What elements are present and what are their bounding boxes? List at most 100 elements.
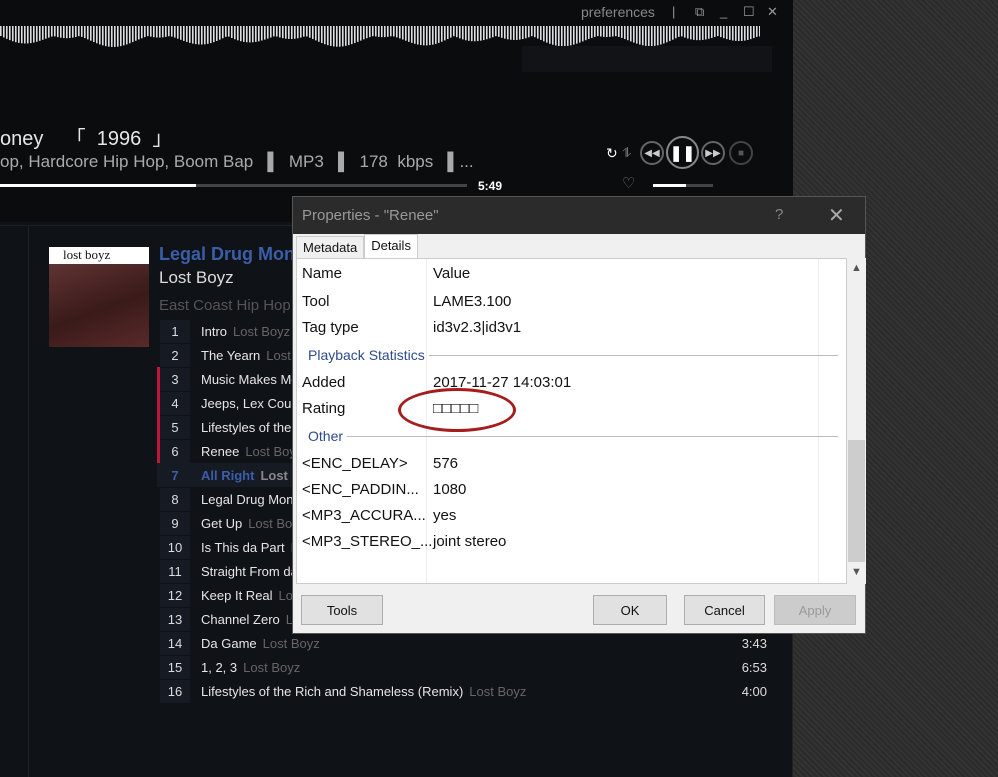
track-duration: 6:53 bbox=[741, 659, 767, 675]
heart-icon[interactable]: ♡ bbox=[622, 174, 635, 192]
cancel-button[interactable]: Cancel bbox=[684, 595, 765, 625]
volume-fill bbox=[653, 184, 686, 187]
track-row[interactable]: 14 Da Game Lost Boyz 3:43 bbox=[157, 631, 777, 655]
track-title: Intro bbox=[201, 323, 228, 339]
column-name[interactable]: Name bbox=[302, 265, 342, 282]
group-label: Other bbox=[308, 428, 344, 444]
mini-player-icon[interactable]: ⧉ bbox=[695, 4, 704, 20]
scrollbar-thumb[interactable] bbox=[848, 440, 865, 562]
scroll-down-icon[interactable]: ▼ bbox=[851, 566, 862, 578]
list-item[interactable]: Tool LAME3.100 bbox=[302, 293, 511, 310]
track-row[interactable]: 16 Lifestyles of the Rich and Shameless (… bbox=[157, 679, 777, 703]
progress-bar[interactable] bbox=[0, 184, 467, 187]
field-value: 576 bbox=[433, 455, 459, 472]
track-number: 3 bbox=[160, 367, 190, 391]
close-icon[interactable]: ✕ bbox=[767, 4, 778, 20]
tools-button[interactable]: Tools bbox=[301, 595, 383, 625]
field-value: 1080 bbox=[433, 481, 467, 498]
field-value: LAME3.100 bbox=[433, 293, 512, 310]
repeat-icon[interactable]: ↻ bbox=[606, 145, 618, 162]
track-title: Get Up bbox=[201, 515, 243, 531]
progress-fill bbox=[0, 184, 197, 187]
track-number: 13 bbox=[160, 607, 190, 631]
volume-slider[interactable] bbox=[653, 184, 713, 187]
shuffle-icon[interactable]: ⥮ bbox=[622, 145, 631, 161]
dialog-titlebar: Properties - "Renee" ? ✕ bbox=[293, 197, 865, 234]
album-title-year: oney 「 1996 」 bbox=[0, 122, 172, 151]
field-name: Tool bbox=[302, 293, 330, 310]
scrollbar[interactable]: ▲ ▼ bbox=[847, 258, 866, 584]
scroll-up-icon[interactable]: ▲ bbox=[851, 262, 862, 274]
list-item[interactable]: <ENC_PADDIN... 1080 bbox=[302, 481, 466, 498]
track-title: Keep It Real bbox=[201, 587, 273, 603]
column-divider bbox=[818, 259, 819, 583]
help-button[interactable]: ? bbox=[775, 206, 783, 223]
track-number: 1 bbox=[160, 319, 190, 343]
group-playback-statistics: Playback Statistics bbox=[308, 347, 838, 363]
track-title: 1, 2, 3 bbox=[201, 659, 238, 675]
field-value: yes bbox=[433, 507, 457, 524]
track-number: 14 bbox=[160, 631, 190, 655]
list-item[interactable]: <MP3_ACCURA... yes bbox=[302, 507, 456, 524]
track-number: 10 bbox=[160, 535, 190, 559]
cover-band-name: lost boyz bbox=[49, 247, 149, 264]
dialog-title: Properties - "Renee" bbox=[302, 207, 439, 224]
track-duration: 3:43 bbox=[741, 635, 767, 651]
track-title: Da Game bbox=[201, 635, 257, 651]
track-number: 4 bbox=[160, 391, 190, 415]
maximize-icon[interactable]: ☐ bbox=[743, 4, 755, 20]
apply-button[interactable]: Apply bbox=[774, 595, 856, 625]
list-item[interactable]: <ENC_DELAY> 576 bbox=[302, 455, 458, 472]
track-duration: 4:00 bbox=[741, 683, 767, 699]
track-number: 7 bbox=[160, 463, 190, 487]
field-value: joint stereo bbox=[433, 533, 507, 550]
track-title: The Yearn bbox=[201, 347, 261, 363]
divider bbox=[28, 225, 29, 777]
list-item[interactable]: <MP3_STEREO_... joint stereo bbox=[302, 533, 506, 550]
album-artist[interactable]: Lost Boyz bbox=[159, 268, 234, 288]
track-number: 16 bbox=[160, 679, 190, 703]
track-artist: Lost Boyz bbox=[233, 323, 291, 339]
list-item[interactable]: Rating □□□□□ bbox=[302, 400, 478, 417]
next-button[interactable]: ▶▶ bbox=[701, 141, 725, 165]
field-name: <MP3_ACCURA... bbox=[302, 507, 426, 524]
previous-button[interactable]: ◀◀ bbox=[640, 141, 664, 165]
separator: | bbox=[672, 4, 676, 19]
track-meta: op, Hardcore Hip Hop, Boom Bap ▌ MP3 ▌ 1… bbox=[0, 152, 474, 171]
tab-metadata[interactable]: Metadata bbox=[296, 236, 365, 258]
group-label: Playback Statistics bbox=[308, 347, 425, 363]
album-title-fragment: oney bbox=[0, 128, 44, 150]
stop-button[interactable]: ■ bbox=[729, 141, 753, 165]
track-title: Renee bbox=[201, 443, 240, 459]
track-row[interactable]: 15 1, 2, 3 Lost Boyz 6:53 bbox=[157, 655, 777, 679]
track-duration: 5:49 bbox=[478, 179, 503, 193]
dialog-close-button[interactable]: ✕ bbox=[828, 203, 845, 228]
track-number: 6 bbox=[160, 439, 190, 463]
list-item[interactable]: Added 2017-11-27 14:03:01 bbox=[302, 374, 571, 391]
properties-dialog: Properties - "Renee" ? ✕ Metadata Detail… bbox=[292, 196, 866, 634]
lyrics-panel bbox=[522, 46, 772, 72]
track-number: 9 bbox=[160, 511, 190, 535]
album-cover[interactable]: lost boyz bbox=[49, 247, 149, 347]
details-list: Name Value Tool LAME3.100 Tag type id3v2.3|… bbox=[296, 258, 847, 584]
minimize-icon[interactable]: _ bbox=[720, 4, 727, 19]
pause-button[interactable]: ❚❚ bbox=[666, 136, 699, 169]
ok-button[interactable]: OK bbox=[593, 595, 667, 625]
preferences-link[interactable]: preferences bbox=[581, 4, 655, 20]
track-title: Is This da Part bbox=[201, 539, 285, 555]
track-title: All Right bbox=[201, 467, 255, 483]
track-number: 15 bbox=[160, 655, 190, 679]
tab-details[interactable]: Details bbox=[364, 234, 418, 258]
annotation-circle bbox=[398, 388, 516, 432]
field-name: <ENC_PADDIN... bbox=[302, 481, 419, 498]
track-title: Lifestyles of the Rich and Shameless (Re… bbox=[201, 683, 464, 699]
column-value[interactable]: Value bbox=[433, 265, 470, 282]
track-number: 5 bbox=[160, 415, 190, 439]
dialog-tabs: Metadata Details bbox=[296, 234, 418, 258]
track-number: 12 bbox=[160, 583, 190, 607]
track-number: 11 bbox=[160, 559, 190, 583]
now-playing-header: preferences | ⧉ _ ☐ ✕ oney 「 1996 」 op, … bbox=[0, 0, 793, 222]
list-item[interactable]: Tag type id3v2.3|id3v1 bbox=[302, 319, 521, 336]
album-year: 「 1996 」 bbox=[65, 128, 173, 150]
track-number: 8 bbox=[160, 487, 190, 511]
